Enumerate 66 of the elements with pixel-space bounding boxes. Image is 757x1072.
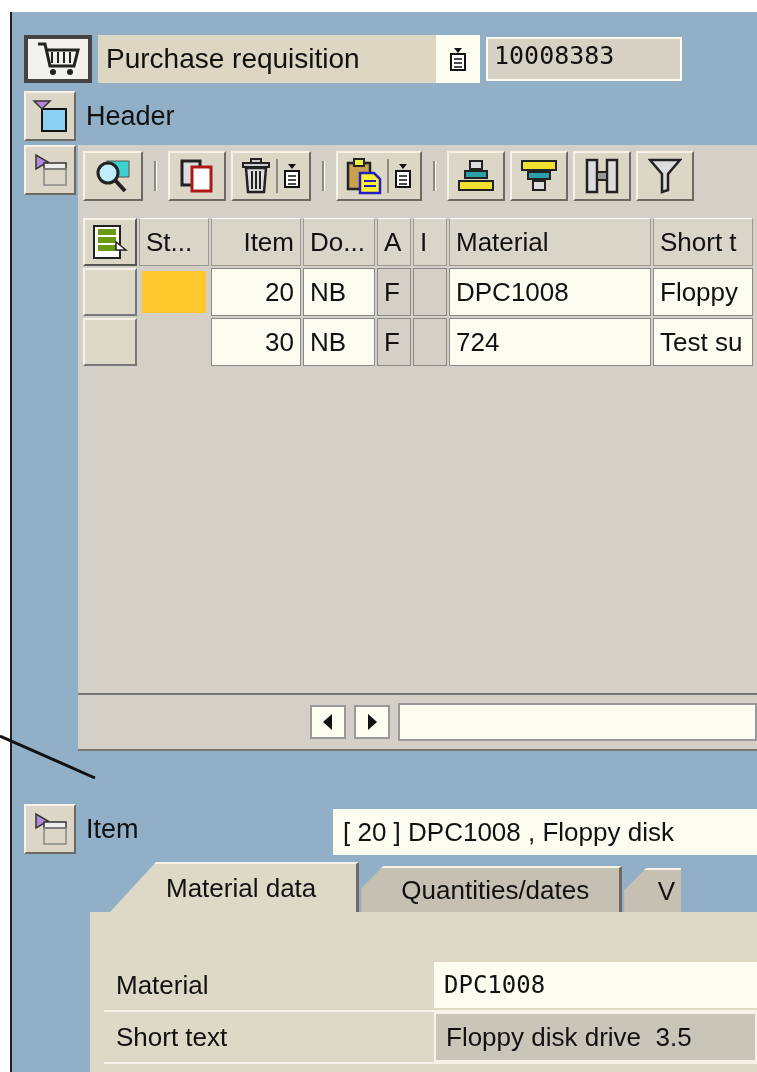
list-icon [92,224,128,260]
column-header[interactable]: A [377,218,411,266]
table-cell: NB [303,268,375,316]
table-cell: 724 [449,318,651,366]
right-arrow-icon [367,714,377,730]
table-cell [413,268,447,316]
items-toggle-button[interactable] [24,145,76,195]
column-header[interactable]: St... [139,218,209,266]
scroll-track[interactable] [398,703,757,741]
details-button[interactable] [83,151,143,201]
table-cell: NB [303,318,375,366]
clipboard-icon [346,157,382,195]
item-label: Item [86,813,140,845]
cart-icon [36,40,80,78]
column-header[interactable]: Material [449,218,651,266]
scroll-left-button[interactable] [310,705,346,739]
column-header[interactable]: Do... [303,218,375,266]
copy-icon [180,159,214,193]
item-toggle-button[interactable] [24,804,76,854]
binoculars-icon [584,158,620,194]
expand-icon [32,99,68,133]
header-toggle-button[interactable] [24,91,76,141]
text-field[interactable]: Floppy disk drive 3.5 [434,1012,757,1062]
tab[interactable]: Material data [110,862,360,912]
document-type-dropdown[interactable]: Purchase requisition [98,35,480,83]
find-button[interactable] [573,151,631,201]
cart-button[interactable] [24,35,92,83]
column-header[interactable]: I [413,218,447,266]
scroll-right-button[interactable] [354,705,390,739]
delete-button[interactable] [231,151,311,201]
item-selector-field[interactable]: [ 20 ] DPC1008 , Floppy disk [333,809,757,855]
sortup-button[interactable] [447,151,505,201]
text-field[interactable]: DPC1008 [434,962,757,1008]
collapse-icon [32,153,68,187]
dropdown-icon [449,47,467,71]
tab[interactable]: Quantities/dates [361,866,623,912]
left-arrow-icon [323,714,333,730]
table-cell: Floppy [653,268,753,316]
field-label: Material [115,969,210,1001]
collapse-icon [32,812,68,846]
paste-button[interactable] [336,151,422,201]
field-label: Short text [115,1021,229,1053]
copy-button[interactable] [168,151,226,201]
sortdown-button[interactable] [510,151,568,201]
filter-icon [648,158,682,194]
trash-icon [241,158,271,194]
filter-button[interactable] [636,151,694,201]
table-cell: F [377,268,411,316]
stacked-bars-icon [457,159,495,193]
column-header[interactable]: Item [211,218,301,266]
column-header[interactable]: Short t [653,218,753,266]
table-cell: F [377,318,411,366]
row-selector[interactable] [83,268,137,316]
tab[interactable]: V [624,868,682,912]
table-cell: DPC1008 [449,268,651,316]
dropdown-icon [283,163,301,189]
table-cell [413,318,447,366]
document-number-field[interactable]: 10008383 [486,37,682,81]
row-selector[interactable] [83,318,137,366]
select-all-button[interactable] [83,218,137,266]
table-cell: 20 [211,268,301,316]
header-label: Header [86,100,175,132]
stacked-bars-icon [520,159,558,193]
table-cell: 30 [211,318,301,366]
table-cell: Test su [653,318,753,366]
dropdown-icon [394,163,412,189]
